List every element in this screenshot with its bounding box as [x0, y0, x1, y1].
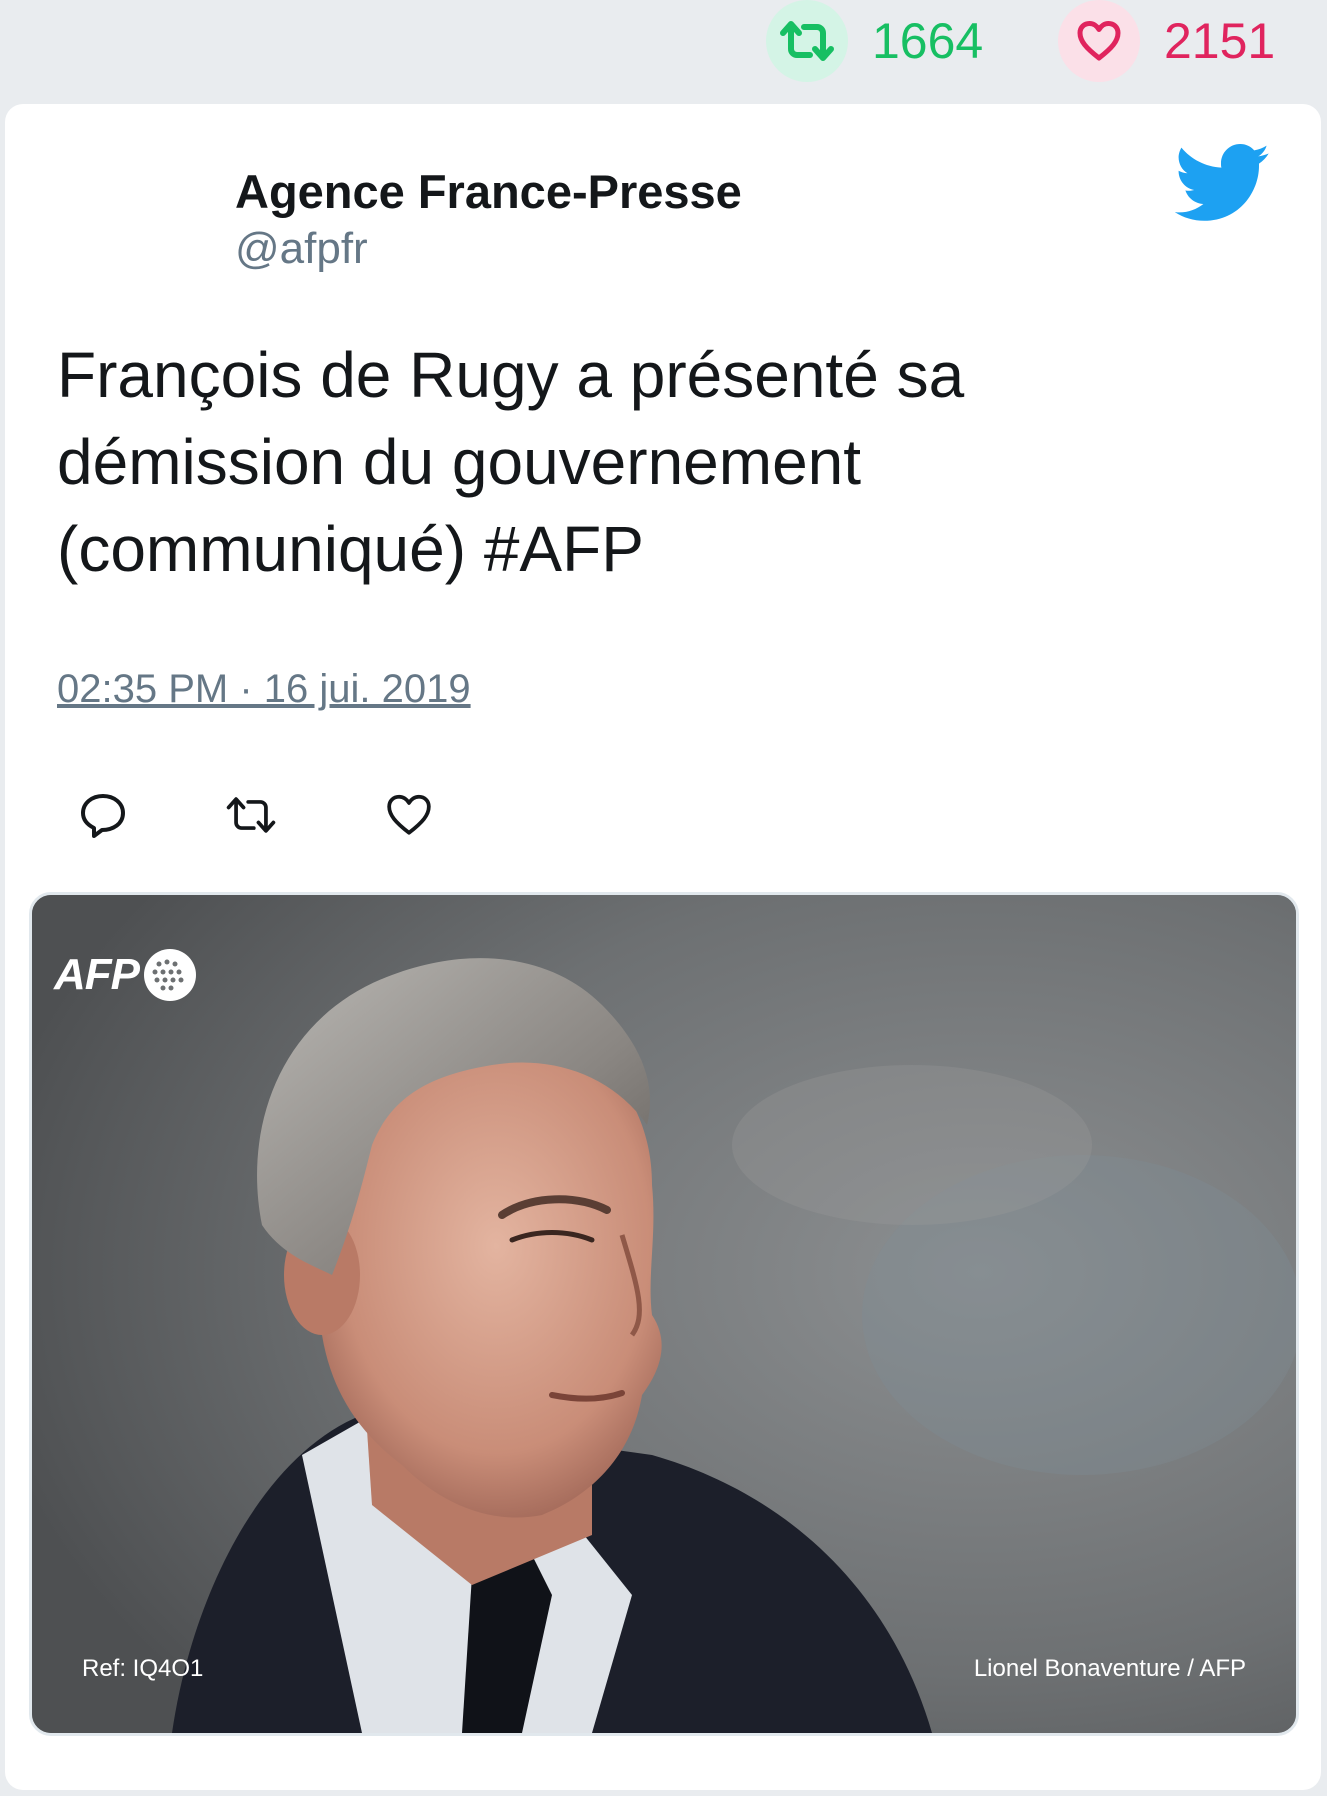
tweet-card[interactable]: Agence France-Presse @afpfr François de …	[5, 104, 1321, 1790]
heart-icon[interactable]	[1058, 0, 1140, 82]
retweet-icon[interactable]	[766, 0, 848, 82]
portrait-photo	[32, 895, 1296, 1733]
tweet-photo[interactable]: AFP Ref: IQ4O1 Lionel Bonaventure / AFP	[29, 892, 1299, 1736]
retweet-count: 1664	[872, 13, 984, 69]
photo-ref: Ref: IQ4O1	[82, 1655, 204, 1682]
tweet-stats-bar: 1664 2151	[0, 0, 1327, 100]
tweet-timestamp[interactable]: 02:35 PM · 16 jui. 2019	[57, 667, 471, 712]
tweet-text: François de Rugy a présenté sa démission…	[57, 339, 965, 585]
globe-icon	[144, 949, 196, 1001]
retweet-stat[interactable]: 1664	[766, 0, 983, 82]
photo-credit: Lionel Bonaventure / AFP	[973, 1655, 1246, 1682]
twitter-bird-icon[interactable]	[1175, 144, 1271, 224]
author-handle[interactable]: @afpfr	[235, 224, 368, 274]
reply-icon[interactable]	[75, 787, 131, 843]
author-name[interactable]: Agence France-Presse	[235, 164, 742, 219]
like-stat[interactable]: 2151	[1058, 0, 1275, 82]
retweet-icon[interactable]	[223, 787, 279, 843]
like-count: 2151	[1164, 13, 1276, 69]
like-icon[interactable]	[381, 787, 437, 843]
afp-logo: AFP	[54, 943, 201, 1007]
afp-logo-text: AFP	[54, 950, 140, 999]
